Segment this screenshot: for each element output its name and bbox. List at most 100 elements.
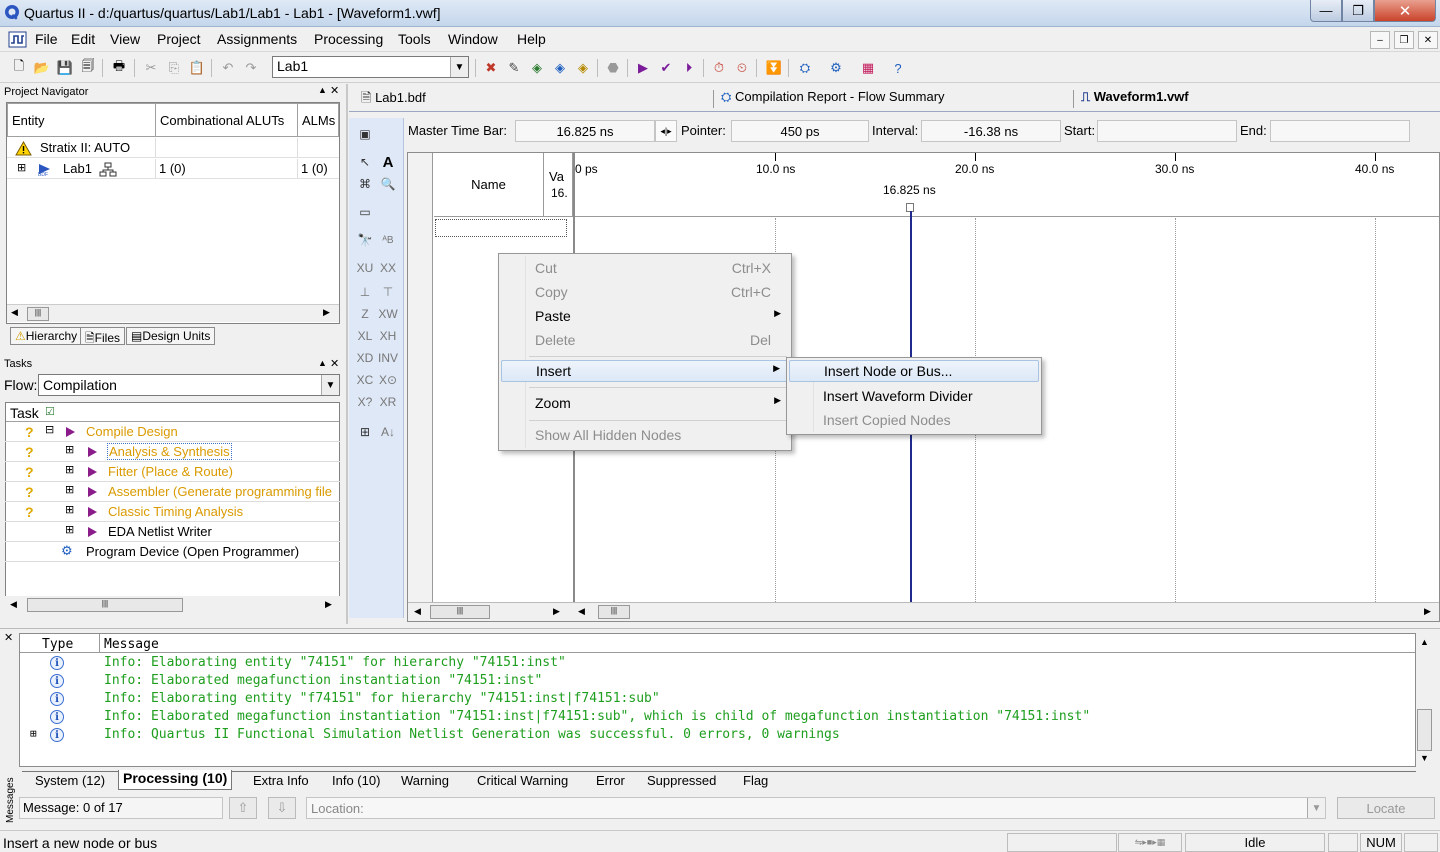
- expand-icon[interactable]: ⊞: [30, 727, 37, 740]
- tab-info[interactable]: Info (10): [332, 773, 380, 793]
- menu-project[interactable]: Project: [157, 31, 201, 47]
- vertical-scrollbar[interactable]: ▲ ▼: [1416, 633, 1434, 767]
- open-folder-icon[interactable]: 📂: [32, 58, 52, 78]
- expand-icon[interactable]: ⊞: [65, 503, 74, 516]
- mdi-minimize-button[interactable]: –: [1370, 31, 1390, 49]
- time-ruler[interactable]: 0 ps 10.0 ns 20.0 ns 30.0 ns 40.0 ns 16.…: [575, 153, 1439, 217]
- run-icon[interactable]: [88, 527, 97, 537]
- pin-planner-icon[interactable]: ✎: [504, 58, 524, 78]
- scroll-up-icon[interactable]: ▲: [1420, 637, 1429, 647]
- task-row-compile-design[interactable]: ? ⊟ Compile Design: [5, 422, 340, 442]
- previous-message-button[interactable]: ⇧: [229, 797, 257, 819]
- minimize-button[interactable]: —: [1310, 0, 1342, 22]
- tab-flag[interactable]: Flag: [743, 773, 768, 793]
- selection-tool-icon[interactable]: ↖: [354, 152, 376, 172]
- run-icon[interactable]: [88, 487, 97, 497]
- message-line[interactable]: Info: Elaborated megafunction instantiat…: [104, 673, 542, 688]
- help-icon[interactable]: ?: [888, 58, 908, 78]
- expand-icon[interactable]: ⊞: [65, 463, 74, 476]
- stop-icon[interactable]: ⬣: [603, 58, 623, 78]
- forcing-low-icon[interactable]: ⊥: [354, 282, 376, 302]
- maximize-button[interactable]: ❐: [1342, 0, 1374, 22]
- locate-button[interactable]: Locate: [1337, 797, 1435, 819]
- timing-analyzer-icon[interactable]: ⏱: [709, 58, 729, 78]
- tab-extra-info[interactable]: Extra Info: [253, 773, 309, 793]
- horizontal-scrollbar[interactable]: ◀ ||| ▶: [5, 596, 340, 614]
- uninitialized-icon[interactable]: XU: [354, 258, 376, 278]
- clock-value-icon[interactable]: X⊙: [377, 370, 399, 390]
- sort-icon[interactable]: A↓: [377, 422, 399, 442]
- mdi-close-button[interactable]: ✕: [1418, 31, 1438, 49]
- master-time-bar-field[interactable]: 16.825 ns: [515, 120, 655, 142]
- run-icon[interactable]: [88, 507, 97, 517]
- menu-item-paste[interactable]: Paste ▶: [501, 305, 789, 327]
- text-tool-icon[interactable]: A: [377, 152, 399, 172]
- scroll-thumb[interactable]: |||: [27, 598, 183, 612]
- menu-item-insert[interactable]: Insert ▶: [501, 360, 789, 382]
- paste-icon[interactable]: 📋: [187, 58, 207, 78]
- message-line[interactable]: Info: Elaborated megafunction instantiat…: [104, 709, 1090, 724]
- task-row-assembler[interactable]: ? ⊞ Assembler (Generate programming file: [5, 482, 340, 502]
- programmer-icon[interactable]: ⚙: [826, 58, 846, 78]
- menu-item-insert-copied[interactable]: Insert Copied Nodes: [789, 409, 1039, 431]
- replace-icon[interactable]: ᴬB: [377, 230, 399, 250]
- scroll-left-icon[interactable]: ◀: [578, 606, 585, 617]
- forcing-high-icon[interactable]: ⊤: [377, 282, 399, 302]
- menu-view[interactable]: View: [110, 31, 140, 47]
- collapse-icon[interactable]: ⊟: [45, 423, 54, 436]
- weak-unknown-icon[interactable]: XW: [377, 304, 399, 324]
- dont-care-icon[interactable]: XD: [354, 348, 376, 368]
- horizontal-scrollbar[interactable]: ◀ ||| ▶: [7, 304, 339, 322]
- flow-select[interactable]: Compilation ▼: [38, 374, 340, 396]
- menu-tools[interactable]: Tools: [398, 31, 431, 47]
- scroll-thumb[interactable]: [1417, 709, 1432, 751]
- expand-icon[interactable]: ⊞: [65, 443, 74, 456]
- location-combo[interactable]: Location: ▼: [306, 797, 1326, 819]
- scroll-left-icon[interactable]: ◀: [11, 307, 18, 318]
- chevron-down-icon[interactable]: ▼: [1307, 798, 1325, 818]
- chip-editor-icon[interactable]: ▦: [858, 58, 878, 78]
- start-simulation-icon[interactable]: ⏬: [764, 58, 784, 78]
- scroll-left-icon[interactable]: ◀: [414, 606, 421, 617]
- save-icon[interactable]: 💾: [55, 58, 75, 78]
- tab-design-units[interactable]: ▤Design Units: [126, 327, 216, 345]
- chevron-down-icon[interactable]: ▼: [450, 57, 468, 77]
- design-partition-icon[interactable]: ◈: [573, 58, 593, 78]
- scroll-right-icon[interactable]: ▶: [325, 599, 332, 610]
- table-row[interactable]: ⊞ BDF Lab1 1 (0) 1 (0): [7, 159, 339, 179]
- menu-edit[interactable]: Edit: [71, 31, 95, 47]
- tab-files[interactable]: 🗎Files: [80, 327, 125, 345]
- scroll-left-icon[interactable]: ◀: [10, 599, 17, 610]
- tab-suppressed[interactable]: Suppressed: [647, 773, 716, 793]
- scroll-thumb[interactable]: |||: [598, 605, 630, 619]
- random-value-icon[interactable]: XR: [377, 392, 399, 412]
- task-row-timing-analysis[interactable]: ? ⊞ Classic Timing Analysis: [5, 502, 340, 522]
- zoom-tool-icon[interactable]: 🔍: [377, 174, 399, 194]
- assignment-editor-icon[interactable]: ✖: [481, 58, 501, 78]
- undo-icon[interactable]: ↶: [218, 58, 238, 78]
- menu-item-copy[interactable]: Copy Ctrl+C: [501, 281, 789, 303]
- chip-planner-icon[interactable]: ◈: [550, 58, 570, 78]
- mdi-restore-button[interactable]: ❐: [1394, 31, 1414, 49]
- tab-hierarchy[interactable]: ⚠Hierarchy: [10, 327, 83, 345]
- menu-help[interactable]: Help: [517, 31, 546, 47]
- compilation-report-icon[interactable]: ⛭: [795, 58, 815, 78]
- save-all-icon[interactable]: 🗐: [78, 58, 98, 78]
- scroll-thumb[interactable]: |||: [430, 605, 490, 619]
- menu-processing[interactable]: Processing: [314, 31, 383, 47]
- tab-error[interactable]: Error: [596, 773, 625, 793]
- waveform-editing-tool-icon[interactable]: ⌘: [354, 174, 376, 194]
- menu-item-delete[interactable]: Delete Del: [501, 329, 789, 351]
- time-bar-nav-arrows[interactable]: ◂|▸: [655, 120, 677, 142]
- menu-item-zoom[interactable]: Zoom ▶: [501, 392, 789, 414]
- scroll-down-icon[interactable]: ▼: [1420, 753, 1429, 763]
- close-button[interactable]: ✕: [1374, 0, 1436, 22]
- high-impedance-icon[interactable]: Z: [354, 304, 376, 324]
- expand-icon[interactable]: ⊞: [65, 483, 74, 496]
- next-message-button[interactable]: ⇩: [268, 797, 296, 819]
- timequest-icon[interactable]: ⏲: [732, 58, 752, 78]
- redo-icon[interactable]: ↷: [241, 58, 261, 78]
- expand-icon[interactable]: ⊞: [65, 523, 74, 536]
- panel-close-icon[interactable]: ✕: [330, 84, 339, 97]
- pin-icon[interactable]: ▲: [318, 358, 327, 368]
